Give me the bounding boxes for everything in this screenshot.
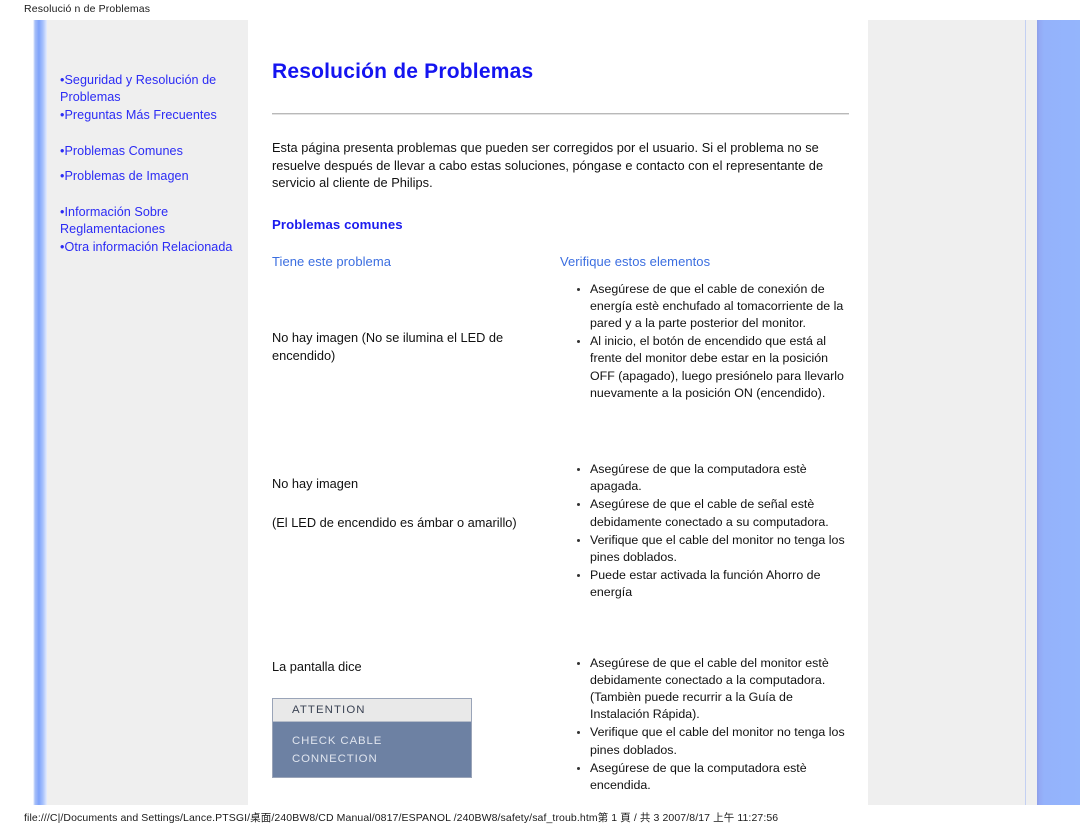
- table-row: La pantalla dice ATTENTION CHECK CABLE C…: [272, 635, 852, 796]
- column-header-checks: Verifique estos elementos: [560, 253, 711, 269]
- sidebar-item-label: Problemas de Imagen: [64, 169, 189, 183]
- osd-title-bar: ATTENTION: [273, 698, 471, 722]
- sidebar-item-label: Problemas Comunes: [64, 144, 183, 158]
- section-heading-problemas-comunes: Problemas comunes: [272, 216, 403, 232]
- problem-cell: No hay imagen (El LED de encendido es ám…: [272, 436, 560, 603]
- problem-text: No hay imagen: [272, 475, 359, 491]
- osd-body: CHECK CABLE CONNECTION: [273, 722, 471, 778]
- osd-title-label: ATTENTION: [292, 703, 366, 716]
- checks-list: Asegúrese de que el cable del monitor es…: [560, 655, 852, 795]
- problem-cell: No hay imagen (No se ilumina el LED de e…: [272, 281, 560, 403]
- sidebar-item-informacion-reglamentaciones[interactable]: •Información Sobre Reglamentaciones: [60, 204, 250, 239]
- list-item: Verifique que el cable del monitor no te…: [577, 532, 852, 566]
- article: Resolución de Problemas Esta página pres…: [272, 60, 852, 795]
- list-item: Al inicio, el botón de encendido que est…: [577, 333, 852, 402]
- nav-group-3: •Información Sobre Reglamentaciones •Otr…: [60, 204, 250, 257]
- nav-group-1: •Seguridad y Resolución de Problemas •Pr…: [60, 72, 250, 125]
- problem-text: No hay imagen (No se ilumina el LED de e…: [272, 329, 504, 363]
- content-panel: Resolución de Problemas Esta página pres…: [252, 20, 868, 805]
- sidebar-item-problemas-imagen[interactable]: •Problemas de Imagen: [60, 168, 250, 186]
- list-item: Asegúrese de que el cable de señal estè …: [577, 496, 852, 530]
- checks-cell: Asegúrese de que el cable de conexión de…: [560, 281, 852, 403]
- title-divider: [272, 113, 849, 115]
- right-filler-panel: [868, 20, 1025, 805]
- checks-list: Asegúrese de que la computadora estè apa…: [560, 461, 852, 602]
- sidebar-item-label: Seguridad y Resolución de Problemas: [60, 73, 217, 104]
- problem-text-secondary: (El LED de encendido es ámbar o amarillo…: [272, 514, 517, 530]
- left-accent-bar: [33, 20, 47, 805]
- problem-text: La pantalla dice: [272, 658, 362, 674]
- checks-cell: Asegúrese de que el cable del monitor es…: [560, 635, 852, 796]
- print-footer-path: file:///C|/Documents and Settings/Lance.…: [24, 812, 779, 824]
- list-item: Asegúrese de que la computadora estè apa…: [577, 461, 852, 495]
- sidebar-item-otra-informacion[interactable]: •Otra información Relacionada: [60, 239, 250, 257]
- table-header-row: Tiene este problema Verifique estos elem…: [272, 254, 852, 281]
- sidebar-item-label: Información Sobre Reglamentaciones: [60, 205, 169, 236]
- intro-paragraph: Esta página presenta problemas que puede…: [272, 140, 824, 190]
- sidebar-item-problemas-comunes[interactable]: •Problemas Comunes: [60, 143, 250, 161]
- sidebar-item-preguntas[interactable]: •Preguntas Más Frecuentes: [60, 107, 250, 125]
- page-title: Resolución de Problemas: [272, 60, 534, 83]
- right-filler-pad: [1026, 20, 1037, 805]
- problems-table: Tiene este problema Verifique estos elem…: [272, 254, 852, 796]
- list-item: Asegúrese de que la computadora estè enc…: [577, 760, 852, 794]
- column-header-problem: Tiene este problema: [272, 253, 391, 269]
- list-item: Verifique que el cable del monitor no te…: [577, 724, 852, 758]
- page-frame: •Seguridad y Resolución de Problemas •Pr…: [0, 20, 1080, 805]
- sidebar-item-seguridad[interactable]: •Seguridad y Resolución de Problemas: [60, 72, 250, 107]
- table-row: No hay imagen (No se ilumina el LED de e…: [272, 281, 852, 403]
- osd-attention-image: ATTENTION CHECK CABLE CONNECTION: [272, 697, 472, 778]
- checks-list: Asegúrese de que el cable de conexión de…: [560, 281, 852, 402]
- navigation-sidebar: •Seguridad y Resolución de Problemas •Pr…: [47, 20, 248, 805]
- osd-message-label: CHECK CABLE CONNECTION: [292, 734, 383, 765]
- nav-list: •Seguridad y Resolución de Problemas •Pr…: [60, 72, 250, 275]
- list-item: Asegúrese de que el cable de conexión de…: [577, 281, 852, 333]
- checks-cell: Asegúrese de que la computadora estè apa…: [560, 436, 852, 603]
- problem-cell: La pantalla dice ATTENTION CHECK CABLE C…: [272, 635, 560, 796]
- list-item: Puede estar activada la función Ahorro d…: [577, 567, 852, 601]
- right-accent-bar: [1037, 20, 1080, 805]
- list-item: Asegúrese de que el cable del monitor es…: [577, 655, 852, 724]
- print-header-title: Resolució n de Problemas: [24, 3, 151, 15]
- sidebar-item-label: Otra información Relacionada: [64, 240, 233, 254]
- row-spacer: [272, 403, 852, 436]
- sidebar-item-label: Preguntas Más Frecuentes: [64, 108, 217, 122]
- table-row: No hay imagen (El LED de encendido es ám…: [272, 436, 852, 603]
- row-spacer: [272, 603, 852, 635]
- nav-group-2: •Problemas Comunes •Problemas de Imagen: [60, 143, 250, 186]
